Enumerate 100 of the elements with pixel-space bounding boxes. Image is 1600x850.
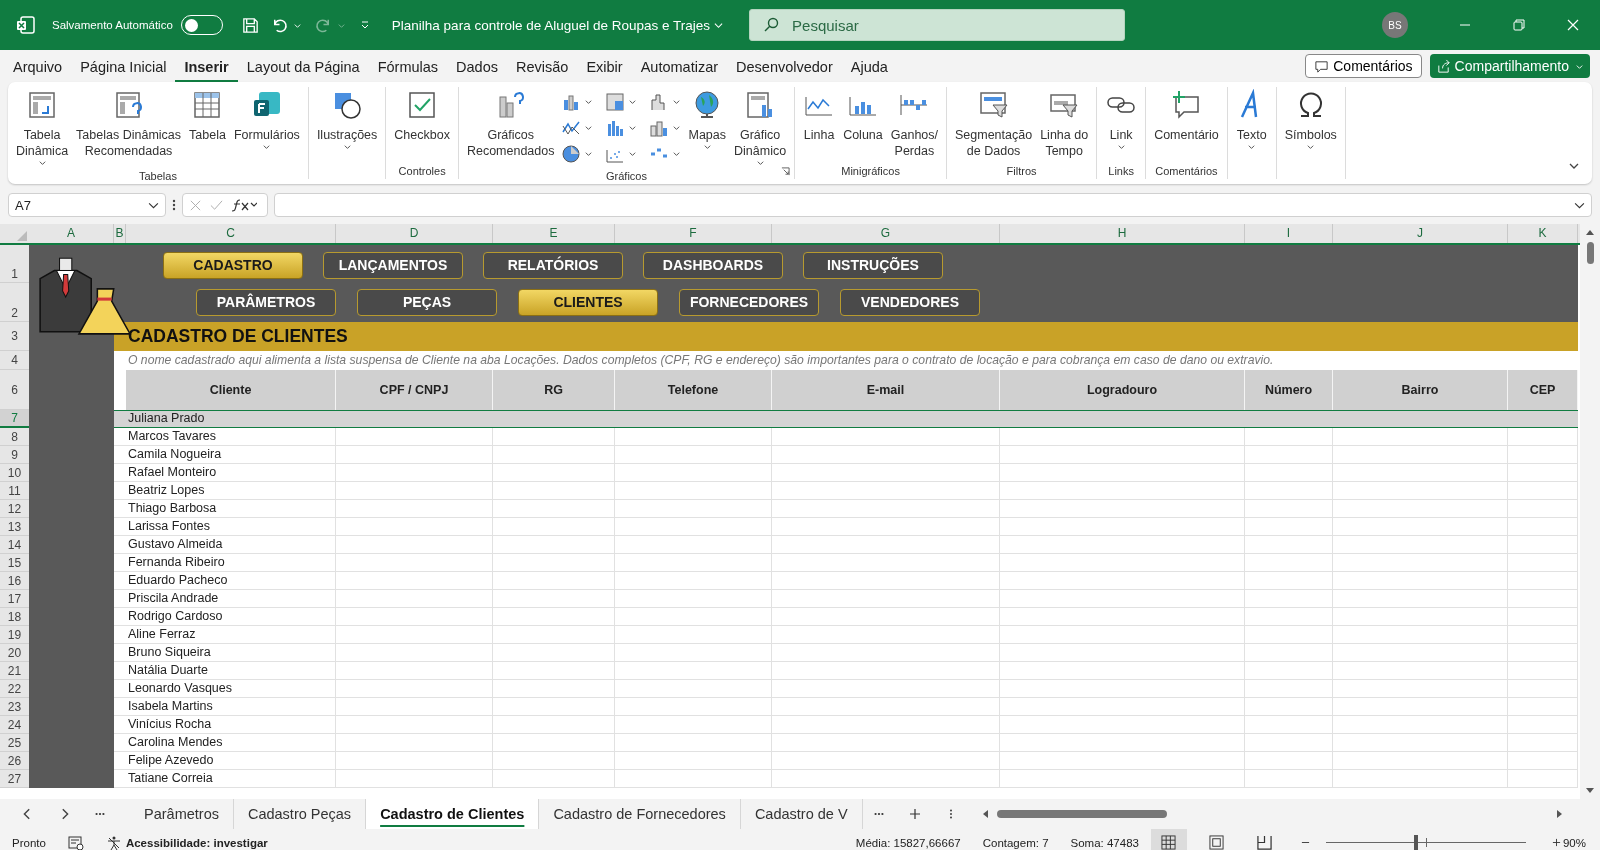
accessibility-icon[interactable] [105,834,122,850]
row-header[interactable]: 6 [0,370,29,410]
table-cell[interactable]: Tatiane Correia [126,770,336,788]
selected-row[interactable]: Juliana Prado [114,410,1578,428]
row-header[interactable]: 8 [0,428,29,446]
table-cell[interactable]: Thiago Barbosa [126,500,336,518]
ribbon-tab[interactable]: Revisão [507,52,578,83]
row-header[interactable]: 25 [0,734,29,752]
column-header[interactable]: D [336,224,493,243]
ribbon-button[interactable]: Mapas [685,87,729,154]
add-sheet-icon[interactable] [908,808,921,820]
row-header[interactable]: 26 [0,752,29,770]
table-cell[interactable]: Felipe Azevedo [126,752,336,770]
customize-toolbar-icon[interactable] [359,20,370,30]
navigation-button[interactable]: VENDEDORES [840,288,980,316]
column-header[interactable]: A [29,224,114,243]
row-header[interactable]: 19 [0,626,29,644]
ribbon-tab[interactable]: Arquivo [4,52,72,83]
ribbon-button[interactable]: Símbolos [1281,87,1340,154]
row-header[interactable]: 11 [0,482,29,500]
column-header[interactable]: B [114,224,126,243]
ribbon-button[interactable]: Gráficos Recomendados [463,87,558,161]
ribbon-button[interactable]: Gráfico Dinâmico [731,87,790,170]
name-box[interactable]: A7 [8,193,166,217]
navigation-button[interactable]: DASHBOARDS [643,251,783,279]
row-header[interactable]: 4 [0,351,29,370]
ribbon-button[interactable]: Tabela Dinâmica [13,87,72,170]
table-cell[interactable]: Juliana Prado [126,410,336,428]
column-header[interactable]: H [1000,224,1245,243]
dialog-launcher-icon[interactable] [781,167,791,176]
chevron-down-icon[interactable] [714,20,724,30]
excel-logo-icon[interactable] [16,15,36,35]
row-header[interactable]: 13 [0,518,29,536]
column-header[interactable]: E [493,224,615,243]
table-cell[interactable]: Gustavo Almeida [126,536,336,554]
table-cell[interactable]: Larissa Fontes [126,518,336,536]
ribbon-button[interactable]: Tabela [186,87,229,145]
row-header[interactable]: 27 [0,770,29,788]
zoom-level[interactable]: 90% [1562,836,1586,849]
more-options-icon[interactable] [172,198,176,212]
row-header[interactable]: 17 [0,590,29,608]
scroll-thumb[interactable] [1586,242,1594,264]
scroll-up-icon[interactable] [1585,228,1595,238]
table-cell[interactable]: Leonardo Vasques [126,680,336,698]
sheet-tab[interactable]: Cadastro de Clientes [366,799,540,829]
row-header[interactable]: 12 [0,500,29,518]
ribbon-button[interactable]: Linha do Tempo [1037,87,1092,161]
formula-input[interactable] [274,193,1592,217]
table-cell[interactable]: Eduardo Pacheco [126,572,336,590]
row-header[interactable]: 21 [0,662,29,680]
close-icon[interactable] [1565,17,1581,33]
user-avatar[interactable]: BS [1382,12,1408,38]
ribbon-tab[interactable]: Layout da Página [237,52,369,83]
ribbon-tab[interactable]: Página Inicial [71,52,176,83]
row-header[interactable]: 2 [0,283,29,322]
document-title[interactable]: Planilha para controle de Aluguel de Roupas e Trajes [391,17,711,33]
table-cell[interactable]: Priscila Andrade [126,590,336,608]
ribbon-button[interactable]: Ilustrações [313,87,381,154]
row-header[interactable]: 3 [0,322,29,351]
insert-function-icon[interactable] [231,198,257,212]
ribbon-tab[interactable]: Automatizar [631,52,728,83]
row-header[interactable]: 15 [0,554,29,572]
row-header[interactable]: 16 [0,572,29,590]
row-header[interactable]: 14 [0,536,29,554]
navigation-button[interactable]: CLIENTES [518,288,658,316]
navigation-button[interactable]: LANÇAMENTOS [323,251,463,279]
ribbon-button[interactable]: Ganhos/ Perdas [887,87,941,161]
navigation-button[interactable]: PARÂMETROS [196,288,336,316]
ribbon-button[interactable]: Linha [800,87,839,145]
ribbon-tab[interactable]: Ajuda [841,52,897,83]
navigation-button[interactable]: CADASTRO [163,251,303,279]
scroll-thumb[interactable] [996,810,1167,818]
ribbon-button[interactable]: Checkbox [391,87,453,145]
ribbon-tab[interactable]: Exibir [577,52,632,83]
table-cell[interactable]: Isabela Martins [126,698,336,716]
save-icon[interactable] [240,15,260,35]
navigation-button[interactable]: RELATÓRIOS [483,251,623,279]
table-cell[interactable]: Rafael Monteiro [126,464,336,482]
scroll-down-icon[interactable] [1585,785,1595,795]
table-cell[interactable]: Carolina Mendes [126,734,336,752]
ribbon-button[interactable]: Coluna [840,87,886,145]
table-cell[interactable]: Bruno Siqueira [126,644,336,662]
navigation-button[interactable]: INSTRUÇÕES [803,251,943,279]
column-header[interactable]: K [1508,224,1578,243]
table-cell[interactable]: Vinícius Rocha [126,716,336,734]
accessibility-status[interactable]: Acessibilidade: investigar [125,836,268,849]
row-header[interactable]: 24 [0,716,29,734]
ribbon-tab[interactable]: Dados [447,52,507,83]
row-header[interactable]: 20 [0,644,29,662]
comments-button[interactable]: Comentários [1305,54,1422,78]
row-header[interactable]: 18 [0,608,29,626]
table-cell[interactable]: Rodrigo Cardoso [126,608,336,626]
ribbon-button[interactable]: Segmentação de Dados [952,87,1036,161]
table-cell[interactable]: Marcos Tavares [126,428,336,446]
scroll-right-icon[interactable] [1554,809,1564,819]
ribbon-button[interactable]: Link [1102,87,1141,154]
column-header[interactable]: I [1245,224,1333,243]
row-header[interactable]: 10 [0,464,29,482]
zoom-in-icon[interactable] [1551,838,1561,847]
row-header[interactable]: 23 [0,698,29,716]
